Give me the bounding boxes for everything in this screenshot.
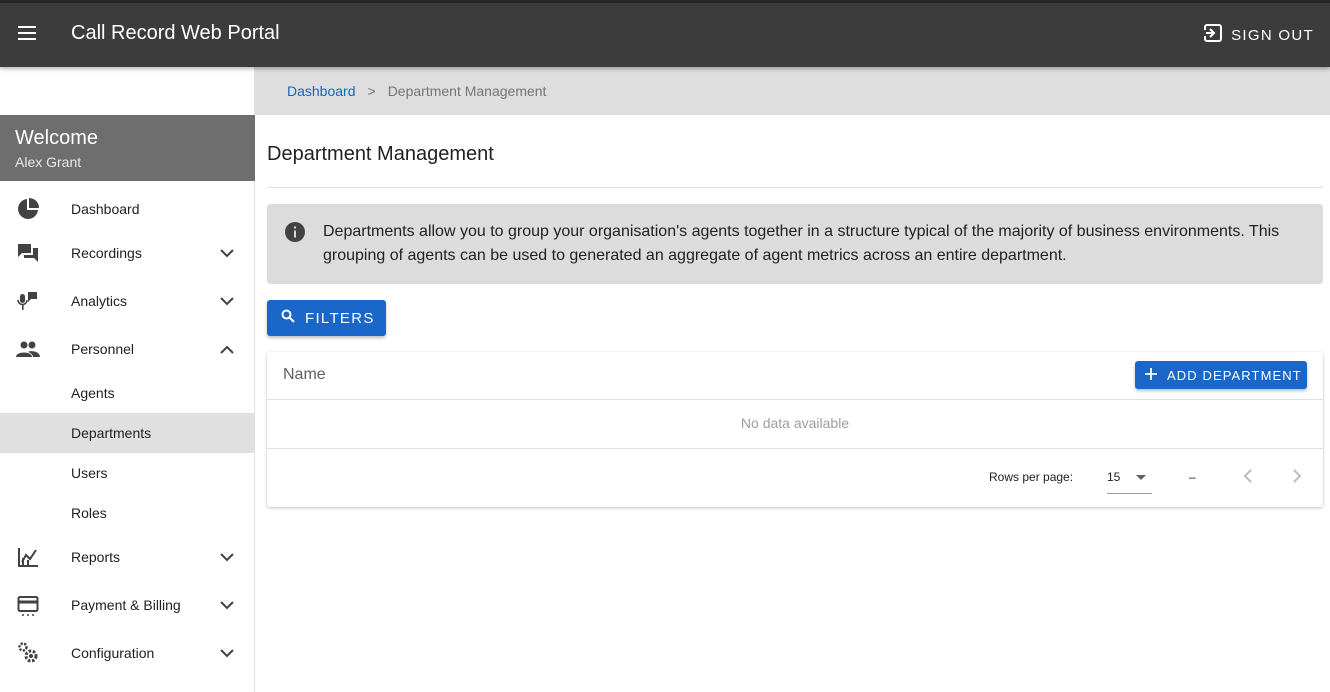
sidebar-item-label: Analytics (71, 293, 128, 309)
sidebar-item-recordings[interactable]: Recordings (0, 233, 255, 273)
app-title: Call Record Web Portal (71, 22, 280, 44)
sign-out-label: SIGN OUT (1231, 26, 1314, 44)
welcome-title: Welcome (15, 127, 98, 149)
table-divider (267, 448, 1323, 449)
welcome-panel: Welcome Alex Grant (0, 115, 255, 181)
pie-chart-icon (16, 197, 40, 221)
sidebar-item-configuration[interactable]: Configuration (0, 633, 255, 673)
sidebar-subitem-label: Departments (71, 425, 152, 441)
sidebar-item-personnel[interactable]: Personnel (0, 329, 255, 369)
add-department-button[interactable]: ADD DEPARTMENT (1135, 361, 1307, 389)
sidebar-item-label: Reports (71, 549, 121, 565)
sidebar: Welcome Alex Grant Dashboard Recordings … (0, 67, 255, 692)
sidebar-subitem-roles[interactable]: Roles (0, 493, 255, 533)
breadcrumb-dashboard-link[interactable]: Dashboard (287, 83, 356, 99)
sidebar-item-label: Dashboard (71, 201, 140, 217)
chevron-down-icon (219, 645, 235, 661)
previous-page-button[interactable] (1235, 466, 1259, 490)
sidebar-item-label: Configuration (71, 645, 155, 661)
gears-icon (16, 641, 40, 665)
info-icon (284, 221, 306, 243)
reports-chart-icon (16, 545, 40, 569)
filters-label: FILTERS (305, 309, 375, 327)
chevron-down-icon (219, 549, 235, 565)
plus-icon (1145, 367, 1157, 383)
add-department-label: ADD DEPARTMENT (1167, 367, 1302, 383)
table-divider (267, 399, 1323, 400)
info-alert: Departments allow you to group your orga… (267, 204, 1323, 284)
chevron-down-icon (219, 597, 235, 613)
sidebar-item-payment-billing[interactable]: Payment & Billing (0, 585, 255, 625)
sidebar-subitem-departments[interactable]: Departments (0, 413, 255, 453)
people-icon (16, 337, 40, 361)
filters-button[interactable]: FILTERS (267, 300, 386, 336)
sidebar-subitem-label: Users (71, 465, 108, 481)
breadcrumb-separator: > (367, 83, 376, 99)
departments-table: Name ADD DEPARTMENT No data available Ro… (267, 352, 1323, 507)
rows-per-page-label: Rows per page: (989, 470, 1074, 484)
sidebar-item-analytics[interactable]: Analytics (0, 281, 255, 321)
sidebar-subitem-agents[interactable]: Agents (0, 373, 255, 413)
hamburger-menu-icon[interactable] (12, 18, 42, 48)
page-range: – (1189, 470, 1196, 484)
sidebar-item-label: Recordings (71, 245, 142, 261)
search-icon (281, 309, 295, 327)
sidebar-item-dashboard[interactable]: Dashboard (0, 189, 255, 229)
sidebar-item-label: Personnel (71, 341, 135, 357)
sidebar-item-label: Payment & Billing (71, 597, 181, 613)
chevron-left-icon (1243, 468, 1252, 488)
rows-per-page-select[interactable]: 15 (1107, 465, 1152, 494)
chevron-up-icon (219, 341, 235, 357)
sidebar-subitem-label: Roles (71, 505, 107, 521)
rows-per-page-value: 15 (1107, 470, 1121, 484)
credit-card-icon (16, 593, 40, 617)
breadcrumb: Dashboard > Department Management (255, 67, 1330, 115)
sign-out-button[interactable]: SIGN OUT (1203, 20, 1314, 50)
sidebar-item-reports[interactable]: Reports (0, 537, 255, 577)
breadcrumb-current: Department Management (387, 83, 547, 99)
exit-icon (1203, 23, 1223, 47)
caret-down-icon (1136, 475, 1146, 480)
sidebar-subitem-label: Agents (71, 385, 115, 401)
page-title: Department Management (267, 143, 494, 165)
voice-analytics-icon (16, 289, 40, 313)
empty-state-text: No data available (740, 415, 850, 431)
sidebar-subitem-users[interactable]: Users (0, 453, 255, 493)
app-bar: Call Record Web Portal SIGN OUT (0, 0, 1330, 67)
title-divider (267, 187, 1323, 188)
chat-icon (16, 241, 40, 265)
info-text: Departments allow you to group your orga… (323, 223, 1280, 264)
chevron-right-icon (1292, 468, 1302, 488)
chevron-down-icon (219, 293, 235, 309)
chevron-down-icon (219, 245, 235, 261)
user-name: Alex Grant (15, 154, 82, 170)
column-header-name[interactable]: Name (283, 366, 326, 384)
next-page-button[interactable] (1285, 466, 1309, 490)
